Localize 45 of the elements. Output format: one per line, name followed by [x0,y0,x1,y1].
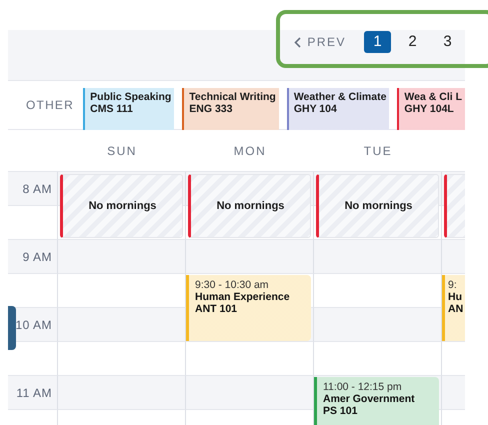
event-label: No mornings [344,198,412,214]
event-time: 11:00 - 12:15 pm [323,381,403,393]
time-label: 8 AM [22,181,52,198]
event-time: 9:30 - 10:30 am [195,279,270,291]
event-code: AN [448,303,464,315]
event-name: Hu [448,291,463,303]
event-label: No mornings [216,198,284,214]
chevron-left-icon [294,36,302,48]
other-label: OTHER [25,97,75,114]
grid-cell [8,342,58,376]
course-chip[interactable]: Technical Writing ENG 333 [182,88,279,130]
course-code: ENG 333 [189,102,234,114]
course-name: Public Speaking [90,90,172,102]
class-event[interactable]: 9:30 - 10:30 am Human Experience ANT 101 [186,275,311,341]
event-name: Amer Government [323,393,416,405]
time-label: 9 AM [22,249,52,266]
event-label: No mornings [88,198,156,214]
course-name: Technical Writing [189,90,276,102]
course-chip[interactable]: Wea & Cli L GHY 104L [397,88,465,130]
grid-cell [8,206,58,240]
page-button[interactable]: 3 [434,31,461,53]
course-name: Wea & Cli L [404,90,462,102]
page-button[interactable]: 2 [399,31,426,53]
class-event[interactable]: 11:00 - 12:15 pm Amer Government PS 101 [314,377,439,425]
time-label: 11 AM [16,385,52,402]
course-code: CMS 111 [90,102,134,114]
event-name: Human Experience [195,291,291,303]
course-chip[interactable]: Weather & Climate GHY 104 [286,88,390,130]
course-code: GHY 104 [294,102,338,114]
event-time: 9: [448,279,458,291]
course-chip[interactable]: Public Speaking CMS 111 [83,88,174,130]
grid-cell [8,240,58,274]
grid-cell [442,376,465,410]
day-header: MON [234,142,266,160]
class-event[interactable]: 9: Hu AN [442,275,465,341]
course-name: Weather & Climate [294,90,386,102]
day-header: TUE [364,142,392,160]
event-code: ANT 101 [195,303,238,315]
side-tab[interactable] [8,306,16,350]
time-label: 10 AM [15,317,52,334]
page-button[interactable]: 1 [364,31,391,53]
day-header: SUN [107,142,137,160]
event-code: PS 101 [323,405,358,417]
course-code: GHY 104L [404,102,455,114]
prev-button[interactable]: PREV [292,31,348,53]
